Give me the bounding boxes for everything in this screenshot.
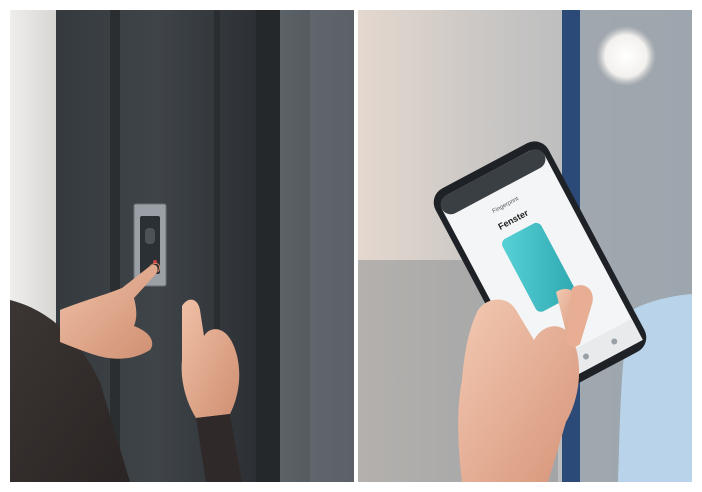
photo-collage: Fingerprint Fenster <box>0 0 702 492</box>
door-frame <box>256 10 280 482</box>
door-scene-illustration <box>10 10 354 482</box>
photo-door-fingerprint <box>10 10 354 482</box>
smartphone-scene-illustration: Fingerprint Fenster <box>358 10 692 482</box>
photo-smartphone-app: Fingerprint Fenster <box>358 10 692 482</box>
ceiling-light <box>596 26 656 86</box>
glass-reflection <box>310 10 354 482</box>
door-groove <box>110 10 120 482</box>
